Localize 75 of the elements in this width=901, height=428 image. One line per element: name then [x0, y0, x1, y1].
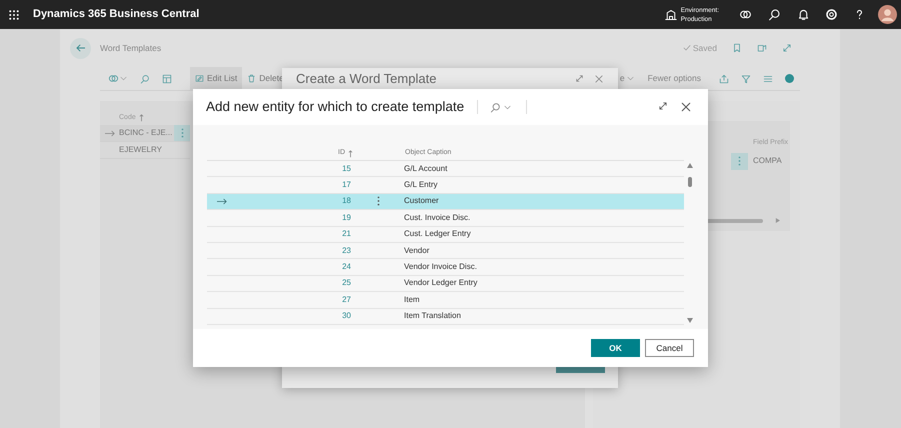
- share-icon[interactable]: [719, 74, 729, 84]
- dialog-title: Create a Word Template: [296, 70, 436, 87]
- layout-icon[interactable]: [162, 74, 172, 84]
- filter-icon[interactable]: [741, 74, 751, 84]
- id-cell-text: 19: [341, 212, 351, 224]
- id-cell-text: 30: [341, 310, 351, 322]
- sort-arrow-icon: [348, 150, 353, 158]
- id-cell-text: 24: [341, 261, 351, 274]
- table-row[interactable]: 19 Cust. Invoice Disc.: [207, 210, 684, 227]
- close-icon[interactable]: [680, 101, 692, 113]
- vertical-scrollbar[interactable]: [686, 161, 694, 323]
- scroll-down-icon[interactable]: [687, 318, 693, 323]
- search-icon: [490, 102, 502, 112]
- avatar[interactable]: [878, 5, 897, 24]
- chevron-down-icon[interactable]: [120, 75, 127, 82]
- app-title: Dynamics 365 Business Central: [33, 7, 200, 22]
- code-cell: BCINC - EJE...: [119, 127, 171, 139]
- chevron-down-icon[interactable]: [626, 75, 634, 82]
- check-icon: [682, 44, 691, 52]
- scroll-right-icon[interactable]: [775, 218, 780, 223]
- id-cell-text: 25: [341, 277, 351, 290]
- table-row[interactable]: 18 Customer: [207, 194, 684, 210]
- table-row[interactable]: 23 Vendor: [207, 242, 684, 260]
- caption-cell: Item Translation: [404, 310, 461, 322]
- app-launcher-icon[interactable]: [8, 8, 20, 20]
- search-icon[interactable]: [768, 8, 781, 21]
- field-prefix-cell: COMPA: [753, 155, 782, 167]
- chevron-down-icon: [504, 104, 512, 110]
- table-row[interactable]: 25 Vendor Ledger Entry: [207, 276, 684, 292]
- row-arrow-icon: [217, 198, 227, 205]
- id-cell-text: 15: [341, 162, 351, 175]
- caption-cell: Cust. Invoice Disc.: [404, 212, 470, 224]
- back-button[interactable]: [70, 38, 91, 58]
- caption-cell: Customer: [404, 195, 439, 208]
- back-arrow-icon: [76, 44, 86, 52]
- caption-cell: Vendor: [404, 244, 430, 257]
- bell-icon[interactable]: [797, 8, 810, 21]
- expand-icon[interactable]: [658, 101, 668, 111]
- id-cell-text: 23: [341, 244, 351, 257]
- ok-button[interactable]: OK: [591, 339, 640, 357]
- id-cell-text: 18: [341, 195, 351, 208]
- sort-arrow-icon: [138, 114, 144, 122]
- row-arrow-icon: [104, 130, 114, 136]
- caption-cell: G/L Entry: [404, 179, 438, 192]
- search-button[interactable]: [490, 102, 512, 112]
- more-options-icon[interactable]: [377, 196, 380, 206]
- caption-cell: Vendor Invoice Disc.: [404, 261, 477, 274]
- edit-list-icon: [195, 74, 204, 83]
- table-row[interactable]: 21 Cust. Ledger Entry: [207, 226, 684, 243]
- caption-cell: Cust. Ledger Entry: [404, 228, 471, 240]
- dialog-title: Add new entity for which to create template: [206, 98, 464, 116]
- bookmark-icon[interactable]: [732, 43, 742, 53]
- caption-cell: Vendor Ledger Entry: [404, 277, 478, 290]
- scroll-thumb[interactable]: [688, 177, 692, 187]
- trash-icon: [247, 74, 256, 83]
- analysis-icon[interactable]: [108, 73, 119, 84]
- scroll-up-icon[interactable]: [687, 163, 693, 168]
- cancel-button[interactable]: Cancel: [645, 339, 694, 357]
- caption-cell: G/L Account: [404, 162, 448, 175]
- table-row[interactable]: 24 Vendor Invoice Disc.: [207, 259, 684, 276]
- list-icon[interactable]: [763, 74, 773, 84]
- info-icon[interactable]: [785, 74, 794, 83]
- table-row[interactable]: 27 Item: [207, 292, 684, 309]
- id-cell-text: 17: [341, 179, 351, 192]
- table-row[interactable]: 15 G/L Account: [207, 161, 684, 178]
- open-window-icon[interactable]: [757, 43, 767, 53]
- page-title: Word Templates: [100, 42, 162, 54]
- building-icon[interactable]: [664, 8, 677, 20]
- code-cell-text: EJEWELRY: [119, 144, 163, 156]
- settings-icon[interactable]: [825, 8, 838, 21]
- id-cell-text: 27: [341, 294, 351, 306]
- caption-cell: Item: [404, 294, 420, 306]
- save-status: Saved: [692, 42, 717, 54]
- id-cell-text: 21: [341, 228, 351, 240]
- table-row[interactable]: 30 Item Translation: [207, 308, 684, 325]
